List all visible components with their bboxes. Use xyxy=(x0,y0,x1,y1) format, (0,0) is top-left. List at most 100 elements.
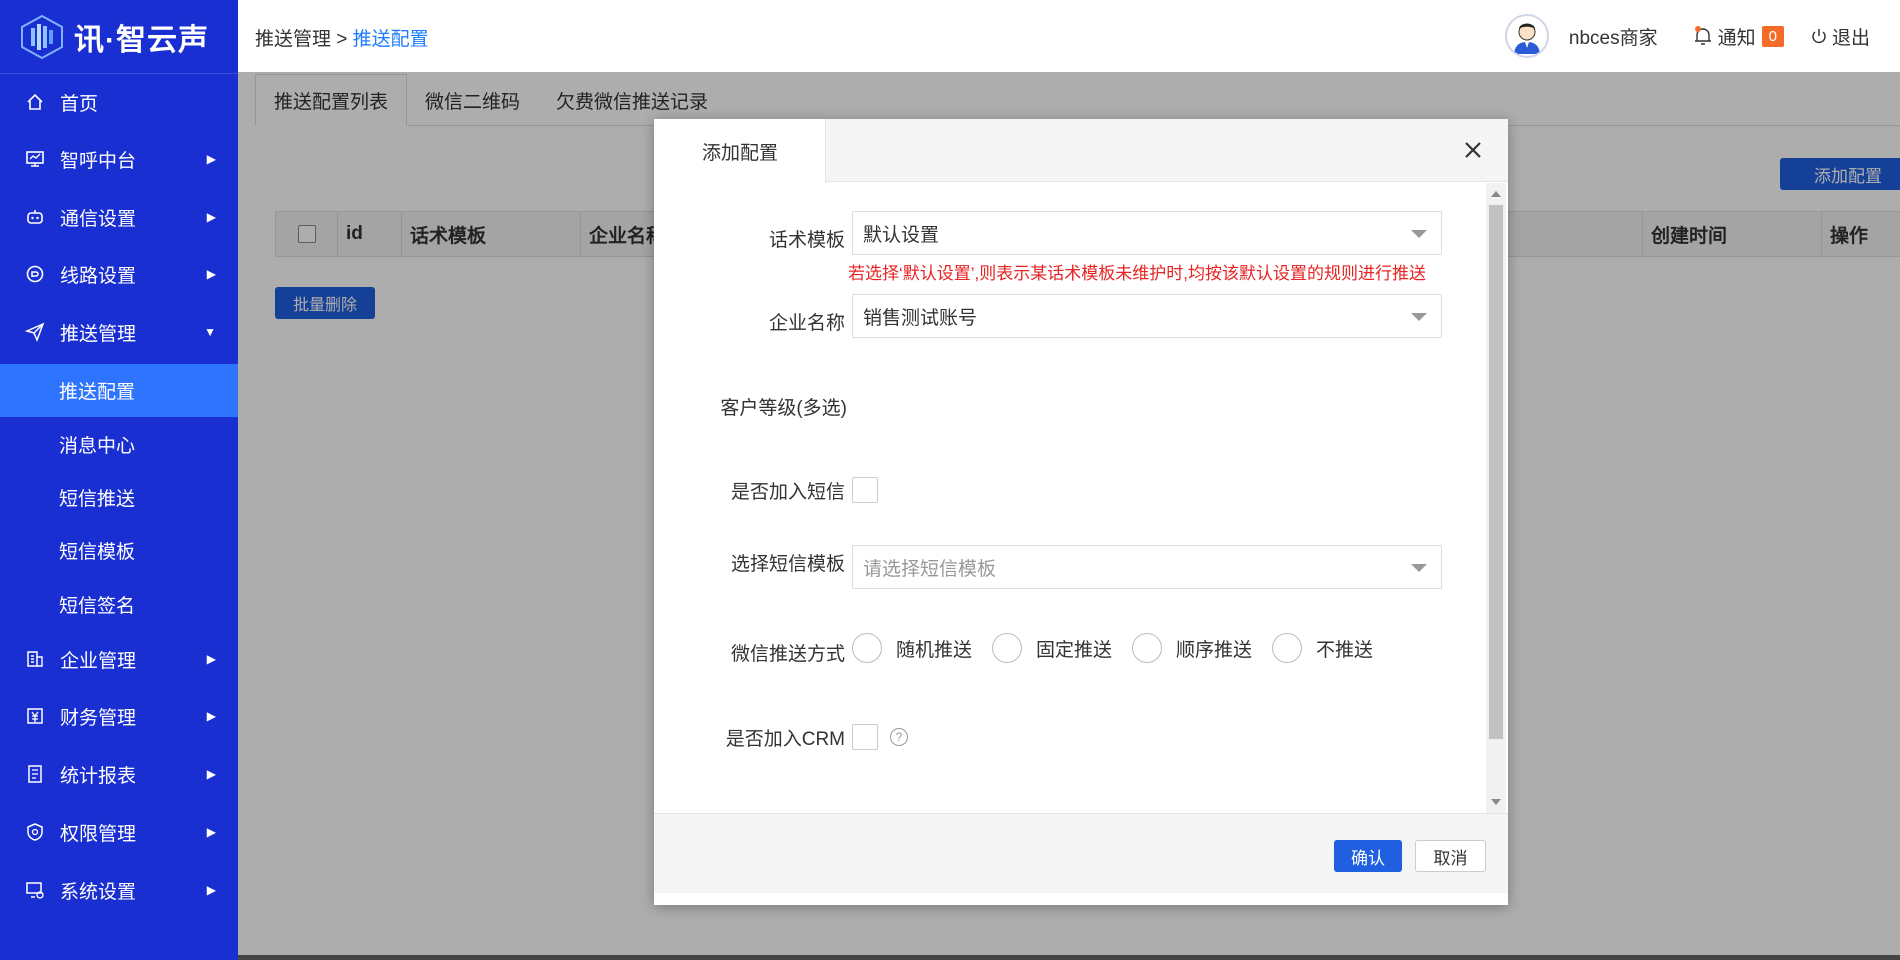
crm-checkbox[interactable] xyxy=(852,724,878,750)
chevron-right-icon: ▶ xyxy=(206,767,216,781)
submenu-item-sms-template[interactable]: 短信模板 xyxy=(0,524,238,577)
sidebar-item-home[interactable]: 首页 xyxy=(0,74,238,130)
sidebar-item-label: 财务管理 xyxy=(60,707,137,729)
scrollbar-thumb[interactable] xyxy=(1489,205,1503,739)
template-label-wrap: 话术模板 xyxy=(654,225,845,251)
sidebar-item-permissions[interactable]: 权限管理 ▶ xyxy=(0,804,238,860)
radio-random-push[interactable] xyxy=(852,633,882,663)
breadcrumb: 推送管理 > 推送配置 xyxy=(255,24,429,51)
radio-label[interactable]: 固定推送 xyxy=(1036,635,1112,662)
report-icon xyxy=(24,763,46,785)
submenu-item-sms-signature[interactable]: 短信签名 xyxy=(0,578,238,631)
sidebar-item-finance[interactable]: 财务管理 ▶ xyxy=(0,688,238,744)
radio-label[interactable]: 顺序推送 xyxy=(1176,635,1252,662)
monitor-icon xyxy=(24,148,46,170)
sidebar-item-label: 智呼中台 xyxy=(60,150,137,172)
wechat-mode-label: 微信推送方式 xyxy=(730,644,845,665)
wechat-mode-label-wrap: 微信推送方式 xyxy=(654,639,845,665)
close-icon[interactable] xyxy=(1460,137,1486,163)
home-icon xyxy=(24,91,46,113)
line-icon xyxy=(24,263,46,285)
chevron-right-icon: ▶ xyxy=(206,267,216,281)
notification-button[interactable]: 通知 0 xyxy=(1692,23,1784,50)
scroll-up-arrow-icon[interactable] xyxy=(1491,191,1501,197)
bell-icon xyxy=(1694,26,1711,45)
crm-label-wrap: 是否加入CRM xyxy=(654,724,845,750)
submenu-item-push-config[interactable]: 推送配置 xyxy=(0,364,238,417)
sidebar-item-label: 企业管理 xyxy=(60,650,137,672)
breadcrumb-parent[interactable]: 推送管理 xyxy=(255,29,331,50)
dialog-scrollbar[interactable] xyxy=(1486,183,1506,813)
submenu-item-label: 短信推送 xyxy=(59,489,136,510)
company-select[interactable]: 销售测试账号 xyxy=(852,294,1442,338)
logout-button[interactable]: 退出 xyxy=(1810,23,1870,50)
chevron-down-icon xyxy=(1411,230,1427,238)
sidebar-item-line[interactable]: 线路设置 ▶ xyxy=(0,246,238,302)
radio-sequential-push[interactable] xyxy=(1132,633,1163,663)
brand-name: 讯·智云声 xyxy=(74,23,209,57)
sms-label: 是否加入短信 xyxy=(730,482,845,503)
sms-template-label-wrap: 选择短信模板 xyxy=(654,549,845,575)
sidebar-item-system[interactable]: 系统设置 ▶ xyxy=(0,862,238,918)
submenu-item-label: 短信模板 xyxy=(59,542,136,563)
help-icon[interactable]: ? xyxy=(890,728,908,746)
robot-icon xyxy=(24,206,46,228)
sms-template-select[interactable]: 请选择短信模板 xyxy=(852,545,1442,589)
notification-count-badge: 0 xyxy=(1761,25,1784,47)
chevron-right-icon: ▶ xyxy=(206,709,216,723)
sidebar-item-reports[interactable]: 统计报表 ▶ xyxy=(0,746,238,802)
sidebar-item-communication[interactable]: 通信设置 ▶ xyxy=(0,189,238,245)
top-header: 推送管理 > 推送配置 nbces商家 通知 0 退出 xyxy=(238,0,1900,72)
username[interactable]: nbces商家 xyxy=(1569,23,1658,50)
company-select-value: 销售测试账号 xyxy=(863,307,978,329)
sms-label-wrap: 是否加入短信 xyxy=(654,477,845,503)
sidebar-item-label: 系统设置 xyxy=(60,881,137,903)
radio-label[interactable]: 随机推送 xyxy=(896,635,972,662)
company-label-wrap: 企业名称 xyxy=(654,308,845,334)
chevron-right-icon: ▶ xyxy=(206,152,216,166)
shield-icon xyxy=(24,821,46,843)
chevron-down-icon: ▼ xyxy=(204,325,216,339)
sidebar-item-label: 推送管理 xyxy=(60,323,137,345)
sidebar-item-enterprise[interactable]: 企业管理 ▶ xyxy=(0,631,238,687)
cancel-button[interactable]: 取消 xyxy=(1415,840,1486,872)
submenu-item-message-center[interactable]: 消息中心 xyxy=(0,418,238,471)
submenu-item-label: 短信签名 xyxy=(59,596,136,617)
chevron-right-icon: ▶ xyxy=(206,652,216,666)
dialog-title: 添加配置 xyxy=(654,119,826,183)
sidebar: 讯·智云声 首页 智呼中台 ▶ 通信设置 ▶ 线路设置 ▶ 推送管理 ▼ 推送配… xyxy=(0,0,238,960)
sms-checkbox[interactable] xyxy=(852,477,878,503)
template-hint: 若选择‘默认设置’,则表示某话术模板未维护时,均按该默认设置的规则进行推送 xyxy=(848,264,1426,283)
sidebar-item-push[interactable]: 推送管理 ▼ xyxy=(0,304,238,360)
sidebar-item-label: 通信设置 xyxy=(60,208,137,230)
chevron-right-icon: ▶ xyxy=(206,210,216,224)
finance-icon xyxy=(24,705,46,727)
breadcrumb-current: 推送配置 xyxy=(352,29,429,50)
logout-label: 退出 xyxy=(1831,27,1870,49)
sidebar-item-call-center[interactable]: 智呼中台 ▶ xyxy=(0,131,238,187)
radio-fixed-push[interactable] xyxy=(992,633,1023,663)
power-icon xyxy=(1812,29,1826,44)
chevron-down-icon xyxy=(1411,564,1427,572)
avatar[interactable] xyxy=(1504,14,1549,58)
submenu-item-label: 消息中心 xyxy=(59,436,136,457)
scroll-down-arrow-icon[interactable] xyxy=(1491,799,1501,805)
sidebar-item-label: 线路设置 xyxy=(60,265,137,287)
sidebar-item-label: 统计报表 xyxy=(60,765,137,787)
sidebar-item-label: 首页 xyxy=(60,93,99,115)
sidebar-item-label: 权限管理 xyxy=(60,823,137,845)
notification-label: 通知 xyxy=(1717,27,1756,49)
template-select[interactable]: 默认设置 xyxy=(852,211,1442,255)
radio-label[interactable]: 不推送 xyxy=(1316,635,1373,662)
submenu-item-sms-push[interactable]: 短信推送 xyxy=(0,471,238,524)
breadcrumb-separator: > xyxy=(331,29,353,50)
wechat-mode-radio-group: 随机推送 固定推送 顺序推送 不推送 xyxy=(852,633,1393,663)
chevron-right-icon: ▶ xyxy=(206,825,216,839)
template-label: 话术模板 xyxy=(768,230,845,251)
chevron-right-icon: ▶ xyxy=(206,883,216,897)
logo: 讯·智云声 xyxy=(0,0,238,74)
user-avatar-icon xyxy=(1513,23,1540,54)
confirm-button[interactable]: 确认 xyxy=(1334,840,1402,872)
company-label: 企业名称 xyxy=(768,313,845,334)
radio-no-push[interactable] xyxy=(1272,633,1303,663)
